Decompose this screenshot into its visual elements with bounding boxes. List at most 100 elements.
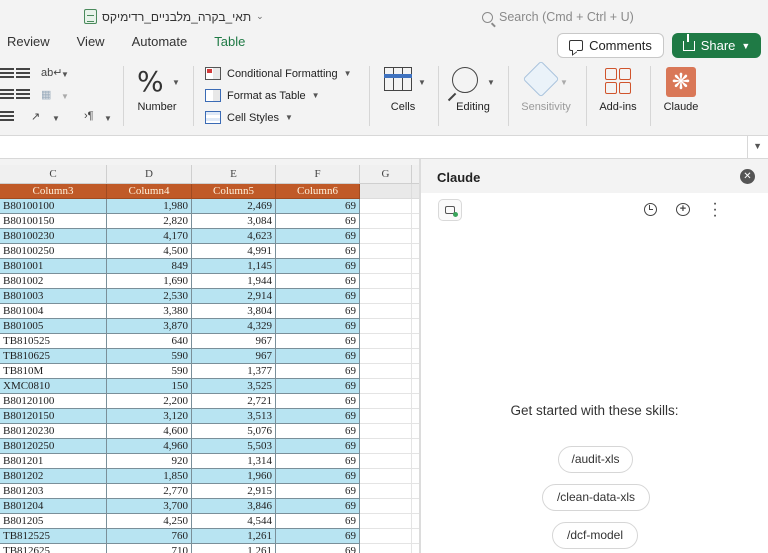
expand-formula-bar-icon[interactable]: ▼ bbox=[753, 141, 762, 151]
empty-cell[interactable] bbox=[360, 199, 412, 214]
table-cell[interactable]: 1,960 bbox=[192, 469, 276, 484]
table-cell[interactable]: 69 bbox=[276, 529, 360, 544]
empty-cell[interactable] bbox=[360, 184, 412, 199]
empty-cell[interactable] bbox=[360, 424, 412, 439]
column-header-c[interactable]: C bbox=[0, 165, 107, 184]
search-box[interactable]: Search (Cmd + Ctrl + U) bbox=[482, 6, 682, 28]
table-cell[interactable]: B801003 bbox=[0, 289, 107, 304]
empty-cell[interactable] bbox=[360, 469, 412, 484]
table-cell[interactable]: B80100150 bbox=[0, 214, 107, 229]
empty-cell[interactable] bbox=[360, 349, 412, 364]
empty-cell[interactable] bbox=[360, 289, 412, 304]
table-cell[interactable]: 3,870 bbox=[107, 319, 192, 334]
new-chat-icon[interactable]: + bbox=[676, 203, 690, 216]
table-cell[interactable]: TB810525 bbox=[0, 334, 107, 349]
table-cell[interactable]: B80120250 bbox=[0, 439, 107, 454]
table-cell[interactable]: 2,530 bbox=[107, 289, 192, 304]
more-options-icon[interactable]: · · · bbox=[710, 196, 720, 224]
table-cell[interactable]: 3,380 bbox=[107, 304, 192, 319]
table-cell[interactable]: 920 bbox=[107, 454, 192, 469]
cell-styles-button[interactable]: Cell Styles ▼ bbox=[205, 111, 293, 124]
column-header-d[interactable]: D bbox=[107, 165, 192, 184]
table-header-cell[interactable]: Column5 bbox=[192, 184, 276, 199]
table-cell[interactable]: 1,377 bbox=[192, 364, 276, 379]
table-cell[interactable]: 4,544 bbox=[192, 514, 276, 529]
table-cell[interactable]: 1,944 bbox=[192, 274, 276, 289]
table-cell[interactable]: B80100250 bbox=[0, 244, 107, 259]
history-icon[interactable] bbox=[644, 203, 657, 216]
table-cell[interactable]: 69 bbox=[276, 499, 360, 514]
table-cell[interactable]: 69 bbox=[276, 259, 360, 274]
table-cell[interactable]: 1,690 bbox=[107, 274, 192, 289]
table-cell[interactable]: 4,623 bbox=[192, 229, 276, 244]
table-cell[interactable]: 69 bbox=[276, 274, 360, 289]
empty-cell[interactable] bbox=[360, 229, 412, 244]
table-cell[interactable]: B801001 bbox=[0, 259, 107, 274]
table-cell[interactable]: 69 bbox=[276, 379, 360, 394]
table-cell[interactable]: TB810M bbox=[0, 364, 107, 379]
table-cell[interactable]: 69 bbox=[276, 469, 360, 484]
tab-review[interactable]: Review bbox=[0, 34, 57, 56]
empty-cell[interactable] bbox=[360, 454, 412, 469]
skill-dcf-model-button[interactable]: /dcf-model bbox=[552, 522, 638, 549]
table-cell[interactable]: B80100230 bbox=[0, 229, 107, 244]
table-cell[interactable]: TB812525 bbox=[0, 529, 107, 544]
table-cell[interactable]: 69 bbox=[276, 199, 360, 214]
comments-button[interactable]: Comments bbox=[557, 33, 664, 58]
wrap-text-icon[interactable]: ab↵ bbox=[41, 66, 62, 79]
empty-cell[interactable] bbox=[360, 484, 412, 499]
align-center-icon[interactable] bbox=[16, 68, 30, 80]
table-cell[interactable]: 1,261 bbox=[192, 529, 276, 544]
table-cell[interactable]: 967 bbox=[192, 334, 276, 349]
table-cell[interactable]: 967 bbox=[192, 349, 276, 364]
table-cell[interactable]: 69 bbox=[276, 214, 360, 229]
table-cell[interactable]: XMC0810 bbox=[0, 379, 107, 394]
conditional-formatting-button[interactable]: Conditional Formatting ▼ bbox=[205, 67, 352, 80]
table-cell[interactable]: B80120150 bbox=[0, 409, 107, 424]
table-cell[interactable]: 69 bbox=[276, 514, 360, 529]
empty-cell[interactable] bbox=[360, 394, 412, 409]
tab-view[interactable]: View bbox=[70, 34, 112, 56]
table-header-cell[interactable]: Column3 bbox=[0, 184, 107, 199]
empty-cell[interactable] bbox=[360, 334, 412, 349]
column-header-g[interactable]: G bbox=[360, 165, 412, 184]
table-cell[interactable]: 69 bbox=[276, 244, 360, 259]
table-cell[interactable]: B801004 bbox=[0, 304, 107, 319]
table-cell[interactable]: 1,261 bbox=[192, 544, 276, 553]
table-header-cell[interactable]: Column4 bbox=[107, 184, 192, 199]
table-cell[interactable]: 2,469 bbox=[192, 199, 276, 214]
table-cell[interactable]: 590 bbox=[107, 349, 192, 364]
table-cell[interactable]: B801202 bbox=[0, 469, 107, 484]
table-cell[interactable]: TB810625 bbox=[0, 349, 107, 364]
text-direction-icon[interactable]: ›¶ bbox=[84, 110, 94, 122]
table-cell[interactable]: B801204 bbox=[0, 499, 107, 514]
chat-status-button[interactable] bbox=[438, 199, 462, 221]
column-header-f[interactable]: F bbox=[276, 165, 360, 184]
table-cell[interactable]: B801205 bbox=[0, 514, 107, 529]
align-left-icon[interactable] bbox=[0, 68, 14, 80]
align-bottom-icon[interactable] bbox=[0, 89, 14, 101]
table-cell[interactable]: B80120230 bbox=[0, 424, 107, 439]
table-cell[interactable]: 590 bbox=[107, 364, 192, 379]
empty-cell[interactable] bbox=[360, 379, 412, 394]
table-cell[interactable]: B801002 bbox=[0, 274, 107, 289]
merge-cells-icon[interactable]: ▦ bbox=[41, 88, 51, 101]
table-cell[interactable]: 3,513 bbox=[192, 409, 276, 424]
table-cell[interactable]: 3,120 bbox=[107, 409, 192, 424]
table-cell[interactable]: 3,084 bbox=[192, 214, 276, 229]
table-cell[interactable]: 2,721 bbox=[192, 394, 276, 409]
table-cell[interactable]: 1,980 bbox=[107, 199, 192, 214]
column-header-e[interactable]: E bbox=[192, 165, 276, 184]
table-cell[interactable]: 1,145 bbox=[192, 259, 276, 274]
empty-cell[interactable] bbox=[360, 319, 412, 334]
tab-automate[interactable]: Automate bbox=[125, 34, 195, 56]
table-cell[interactable]: 2,915 bbox=[192, 484, 276, 499]
table-cell[interactable]: 69 bbox=[276, 394, 360, 409]
formula-bar[interactable]: ▼ bbox=[0, 135, 768, 159]
table-cell[interactable]: TB812625 bbox=[0, 544, 107, 553]
table-cell[interactable]: 5,503 bbox=[192, 439, 276, 454]
table-cell[interactable]: 4,500 bbox=[107, 244, 192, 259]
skill-clean-data-xls-button[interactable]: /clean-data-xls bbox=[542, 484, 650, 511]
empty-cell[interactable] bbox=[360, 304, 412, 319]
table-cell[interactable]: 849 bbox=[107, 259, 192, 274]
